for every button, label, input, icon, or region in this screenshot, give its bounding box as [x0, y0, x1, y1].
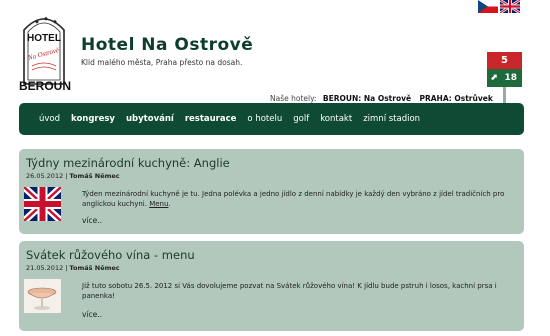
hotel-logo[interactable]: ◆ ◆ ◆ HOTEL Na Ostrově [18, 10, 70, 88]
nav-item-ubytovani[interactable]: ubytování [126, 114, 174, 124]
czech-flag-icon[interactable] [478, 0, 498, 13]
meta-separator: | [65, 172, 68, 180]
sign-pole [503, 87, 506, 103]
news-article: Svátek růžového vína - menu 21.05.2012 | T… [19, 241, 524, 331]
nav-item-o-hotelu[interactable]: o hotelu [247, 114, 282, 124]
sign-exit: ⬈ 18 [487, 69, 522, 87]
nav-item-zimni-stadion[interactable]: zimní stadion [363, 114, 420, 124]
article-text: Týden mezinárodní kuchyně je tu. Jedna p… [82, 190, 505, 208]
hotel-link-praha[interactable]: PRAHA: Ostrůvek [419, 94, 492, 103]
read-more-link[interactable]: více.. [82, 310, 102, 319]
svg-text:◆: ◆ [53, 19, 57, 25]
article-text: Již tuto sobotu 26.5. 2012 si Vás dovolu… [82, 282, 497, 300]
wine-glass-icon [24, 279, 61, 313]
article-date: 21.05.2012 [26, 264, 64, 272]
meta-separator: | [65, 264, 68, 272]
menu-link[interactable]: Menu [149, 200, 168, 208]
article-title[interactable]: Svátek růžového vína - menu [26, 248, 195, 262]
sign-number-5: 5 [487, 52, 522, 69]
main-navigation: úvod kongresy ubytování restaurace o hot… [19, 103, 524, 135]
article-date: 26.05.2012 [26, 172, 64, 180]
svg-text:◆: ◆ [44, 16, 48, 22]
nav-item-uvod[interactable]: úvod [39, 114, 60, 124]
hotel-name[interactable]: Hotel Na Ostrově [81, 35, 253, 55]
article-meta: 26.05.2012 | Tomáš Němec [26, 172, 120, 180]
news-article: Týdny mezinárodní kuchyně: Anglie 26.05.… [19, 149, 524, 234]
uk-flag-icon [24, 187, 61, 221]
article-text-tail: . [168, 200, 171, 208]
nav-item-restaurace[interactable]: restaurace [185, 114, 237, 124]
article-author: Tomáš Němec [69, 264, 120, 272]
article-author: Tomáš Němec [69, 172, 120, 180]
sign-exit-number: 18 [504, 73, 517, 83]
uk-flag-icon[interactable] [500, 0, 520, 13]
nav-item-kongresy[interactable]: kongresy [71, 114, 115, 124]
read-more-link[interactable]: více.. [82, 216, 102, 225]
tagline: Klid malého města, Praha přesto na dosah… [81, 58, 243, 67]
svg-text:◆: ◆ [35, 19, 39, 25]
nav-menu: úvod kongresy ubytování restaurace o hot… [19, 103, 524, 135]
nav-item-kontakt[interactable]: kontakt [320, 114, 352, 124]
other-hotels-label: Naše hotely: [270, 94, 317, 103]
article-meta: 21.05.2012 | Tomáš Němec [26, 264, 120, 272]
logo-town: BEROUN [19, 79, 72, 93]
language-switcher [478, 0, 520, 13]
article-excerpt: Týden mezinárodní kuchyně je tu. Jedna p… [82, 189, 512, 209]
other-hotels: Naše hotely: BEROUN: Na Ostrově PRAHA: O… [270, 94, 499, 103]
article-title[interactable]: Týdny mezinárodní kuchyně: Anglie [26, 156, 230, 170]
logo-text: HOTEL [27, 33, 61, 44]
hotel-link-beroun[interactable]: BEROUN: Na Ostrově [323, 94, 411, 103]
nav-item-golf[interactable]: golf [293, 114, 309, 124]
article-excerpt: Již tuto sobotu 26.5. 2012 si Vás dovolu… [82, 281, 512, 301]
motorway-exit-icon: ⬈ [490, 73, 498, 83]
